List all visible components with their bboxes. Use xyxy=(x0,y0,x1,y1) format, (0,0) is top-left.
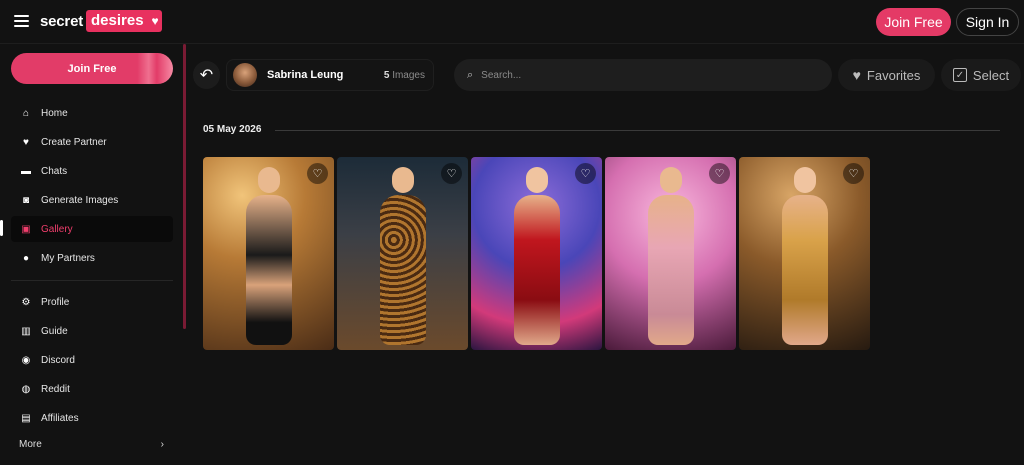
reddit-icon: ◍ xyxy=(21,383,31,395)
sidebar-item-label: Profile xyxy=(41,296,70,308)
book-icon: ▥ xyxy=(21,325,31,337)
sidebar-item-home[interactable]: ⌂ Home xyxy=(11,100,173,126)
logo-text-secret: secret xyxy=(40,12,84,30)
sidebar-item-create-partner[interactable]: ♥ Create Partner xyxy=(11,129,173,155)
favorite-heart-icon[interactable]: ♡ xyxy=(441,163,462,184)
figure xyxy=(777,167,833,349)
partner-selector[interactable]: Sabrina Leung 5 Images xyxy=(226,59,434,91)
figure xyxy=(643,167,699,349)
date-divider xyxy=(275,130,1000,131)
users-icon: ● xyxy=(22,252,30,264)
figure xyxy=(241,167,297,349)
gallery-icon: ▣ xyxy=(21,223,31,235)
logo[interactable]: secret desires ♥ xyxy=(40,10,162,32)
join-free-button[interactable]: Join Free xyxy=(876,8,951,36)
sidebar-item-label: Gallery xyxy=(41,223,73,235)
sidebar-item-guide[interactable]: ▥ Guide xyxy=(11,318,173,344)
checkbox-icon: ✓ xyxy=(952,68,967,82)
gallery-image[interactable]: ♡ xyxy=(203,157,334,350)
chat-icon: ▬ xyxy=(21,165,31,177)
sidebar-item-generate-images[interactable]: ◙ Generate Images xyxy=(11,187,173,213)
gallery-image[interactable]: ♡ xyxy=(337,157,468,350)
gallery-image[interactable]: ♡ xyxy=(605,157,736,350)
favorite-heart-icon[interactable]: ♡ xyxy=(709,163,730,184)
search-input[interactable] xyxy=(481,69,782,81)
sidebar-more[interactable]: More › xyxy=(19,439,164,450)
gallery-image[interactable]: ♡ xyxy=(739,157,870,350)
top-bar: secret desires ♥ Join Free Sign In xyxy=(0,0,1024,44)
sidebar-item-gallery[interactable]: ▣ Gallery xyxy=(11,216,173,242)
undo-arrow-icon: ↶ xyxy=(199,67,214,84)
favorite-heart-icon[interactable]: ♡ xyxy=(843,163,864,184)
sidebar-item-reddit[interactable]: ◍ Reddit xyxy=(11,376,173,402)
sidebar-item-label: Reddit xyxy=(41,383,70,395)
sidebar-item-affiliates[interactable]: ▤ Affiliates xyxy=(11,405,173,431)
date-heading: 05 May 2026 xyxy=(203,124,262,135)
heart-icon: ♥ xyxy=(151,14,159,28)
sidebar-item-label: Generate Images xyxy=(41,194,119,206)
figure xyxy=(375,167,431,349)
menu-icon[interactable] xyxy=(14,15,29,27)
sidebar-item-profile[interactable]: ⚙ Profile xyxy=(11,289,173,315)
sidebar-item-chats[interactable]: ▬ Chats xyxy=(11,158,173,184)
active-indicator xyxy=(0,220,3,236)
sidebar-item-discord[interactable]: ◉ Discord xyxy=(11,347,173,373)
camera-icon: ◙ xyxy=(22,194,30,206)
sidebar-item-label: Chats xyxy=(41,165,68,177)
sign-in-button[interactable]: Sign In xyxy=(956,8,1019,36)
partner-name: Sabrina Leung xyxy=(267,69,344,81)
sidebar-item-label: Discord xyxy=(41,354,75,366)
affiliate-icon: ▤ xyxy=(21,412,31,424)
sidebar-join-free-button[interactable]: Join Free xyxy=(11,53,173,84)
images-count: 5 Images xyxy=(383,69,425,81)
image-gallery: ♡ ♡ ♡ ♡ ♡ xyxy=(203,157,873,350)
chevron-right-icon: › xyxy=(160,439,164,450)
favorites-button[interactable]: ♥ Favorites xyxy=(838,59,935,91)
secondary-nav: ⚙ Profile ▥ Guide ◉ Discord ◍ Reddit ▤ A… xyxy=(11,289,173,434)
main-content: ↶ Sabrina Leung 5 Images ⌕ ♥ Favorites ✓… xyxy=(186,44,1024,465)
gallery-image[interactable]: ♡ xyxy=(471,157,602,350)
sidebar-item-label: Guide xyxy=(41,325,68,337)
gear-icon: ⚙ xyxy=(21,296,31,308)
sidebar-item-label: My Partners xyxy=(41,252,95,264)
sidebar-divider xyxy=(11,280,173,281)
back-button[interactable]: ↶ xyxy=(193,61,220,89)
select-button[interactable]: ✓ Select xyxy=(941,59,1021,91)
discord-icon: ◉ xyxy=(21,354,31,366)
sidebar-item-label: Home xyxy=(41,107,68,119)
select-label: Select xyxy=(972,67,1010,83)
favorites-label: Favorites xyxy=(866,67,921,83)
figure xyxy=(509,167,565,349)
favorite-heart-icon[interactable]: ♡ xyxy=(575,163,596,184)
sidebar-item-my-partners[interactable]: ● My Partners xyxy=(11,245,173,271)
search-icon: ⌕ xyxy=(467,68,474,81)
primary-nav: ⌂ Home ♥ Create Partner ▬ Chats ◙ Genera… xyxy=(11,100,173,274)
sidebar: Join Free ⌂ Home ♥ Create Partner ▬ Chat… xyxy=(0,44,186,465)
favorite-heart-icon[interactable]: ♡ xyxy=(307,163,328,184)
heart-icon: ♥ xyxy=(852,67,861,83)
sidebar-item-label: Affiliates xyxy=(41,412,79,424)
logo-text-desires: desires ♥ xyxy=(86,10,162,32)
more-label: More xyxy=(19,439,42,450)
search-bar[interactable]: ⌕ xyxy=(454,59,832,91)
heart-shield-icon: ♥ xyxy=(23,136,29,148)
avatar xyxy=(233,63,257,87)
home-icon: ⌂ xyxy=(22,107,30,119)
sidebar-item-label: Create Partner xyxy=(41,136,107,148)
